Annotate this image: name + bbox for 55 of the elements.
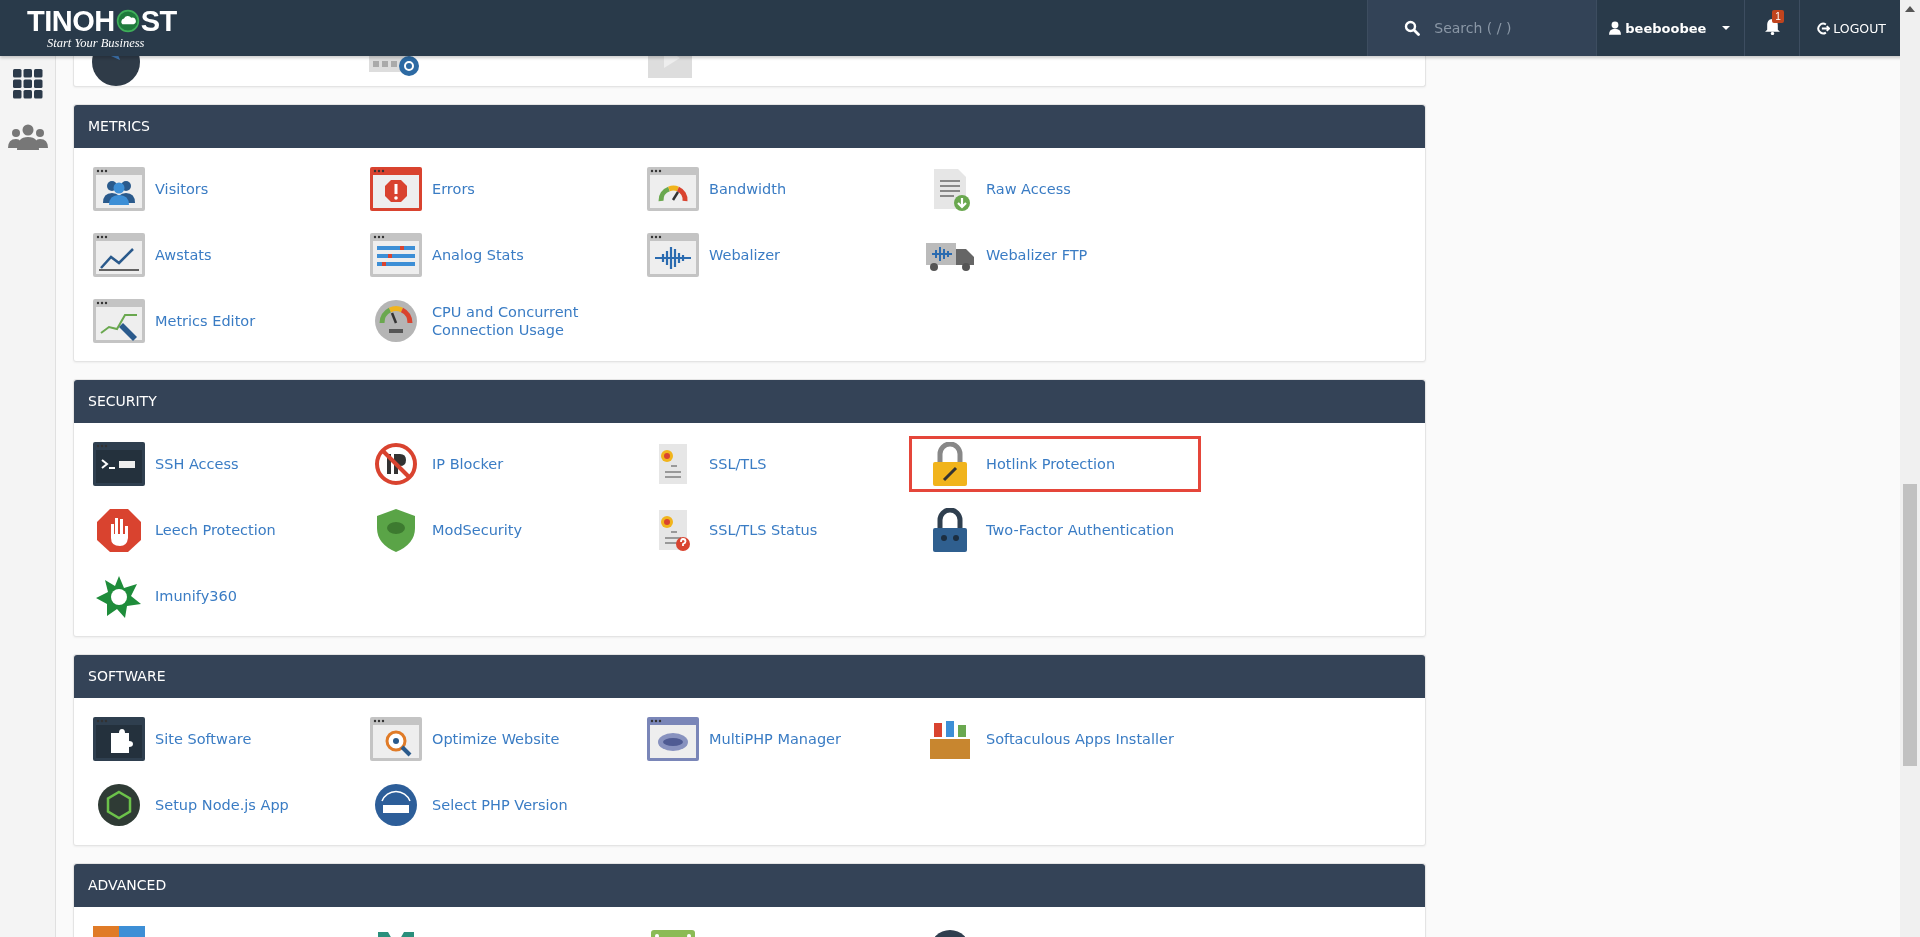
logout-button[interactable]: LOGOUT: [1800, 0, 1900, 56]
tool-link[interactable]: SSH Access: [86, 436, 363, 492]
tool-link[interactable]: Leech Protection: [86, 502, 363, 558]
terminal-icon: [93, 442, 145, 486]
section-header[interactable]: SECURITY: [74, 380, 1425, 423]
scrollbar[interactable]: [1900, 0, 1920, 937]
tool-link[interactable]: MultiPHP Manager: [640, 711, 917, 767]
scroll-up-icon[interactable]: [1905, 6, 1915, 12]
tool-link[interactable]: Select PHP Version: [363, 777, 640, 833]
search-icon: [1404, 20, 1421, 36]
scrollbar-thumb[interactable]: [1903, 484, 1917, 766]
tool-link[interactable]: Raw Access: [917, 161, 1194, 217]
tool-link[interactable]: Webalizer FTP: [917, 227, 1194, 283]
waveform-icon: [647, 233, 699, 277]
numbers-window-icon: [370, 233, 422, 277]
puzzle-icon: [93, 717, 145, 761]
people-icon: [93, 167, 145, 211]
logo-text: TINOH: [27, 5, 115, 36]
logo-text: ST: [140, 5, 177, 36]
section-header[interactable]: SOFTWARE: [74, 655, 1425, 698]
tool-link[interactable]: CPU and Concurrent Connection Usage: [363, 293, 640, 349]
cloud-logo-icon: [115, 8, 140, 33]
tool-link[interactable]: Errors: [363, 161, 640, 217]
tool-link[interactable]: Metrics Editor: [86, 293, 363, 349]
tool-link[interactable]: Hotlink Protection: [909, 436, 1201, 492]
user-icon: [1609, 21, 1622, 35]
logout-icon: [1817, 21, 1831, 35]
tool-link[interactable]: Setup Node.js App: [86, 777, 363, 833]
section-header[interactable]: METRICS: [74, 105, 1425, 148]
tool-link[interactable]: ModSecurity: [363, 502, 640, 558]
bell-icon: [1763, 18, 1781, 35]
tool-link[interactable]: Site Software: [86, 711, 363, 767]
tool-link[interactable]: Two-Factor Authentication: [917, 502, 1194, 558]
notification-badge: 1: [1772, 10, 1784, 23]
tool-link[interactable]: Awstats: [86, 227, 363, 283]
tool-link[interactable]: Webalizer: [640, 227, 917, 283]
tool-link[interactable]: Softaculous Apps Installer: [917, 711, 1194, 767]
logo-tagline: Start Your Business: [47, 35, 146, 51]
line-chart-icon: [93, 233, 145, 277]
caret-icon: [1722, 25, 1731, 31]
search-field[interactable]: Search ( / ): [1432, 19, 1577, 37]
chart-pencil-icon: [93, 299, 145, 343]
tool-link[interactable]: Optimize Website: [363, 711, 640, 767]
gauge-icon: [647, 167, 699, 211]
error-window-icon: [370, 167, 422, 211]
tool-link[interactable]: Analog Stats: [363, 227, 640, 283]
tool-link[interactable]: SSL/TLS Status: [640, 502, 917, 558]
tool-link[interactable]: Imunify360: [86, 568, 363, 624]
magnifier-window-icon: [370, 717, 422, 761]
apps-grid-icon[interactable]: [12, 69, 43, 99]
users-icon[interactable]: [7, 124, 48, 150]
tool-link[interactable]: Visitors: [86, 161, 363, 217]
tool-link[interactable]: IP Blocker: [363, 436, 640, 492]
tool-link[interactable]: Bandwidth: [640, 161, 917, 217]
section-header[interactable]: ADVANCED: [74, 864, 1425, 907]
